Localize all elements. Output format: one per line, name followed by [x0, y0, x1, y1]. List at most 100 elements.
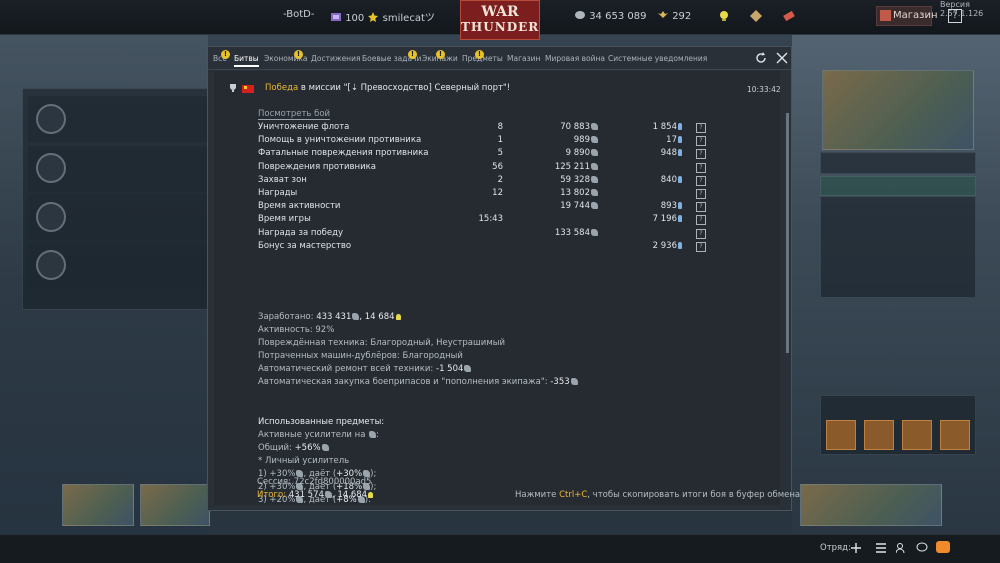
notification-tabs: Все! Битвы Экономика! Достижения Боевые …: [208, 47, 791, 70]
info-icon[interactable]: ?: [696, 123, 706, 133]
reward-rp-value: 1 854: [652, 122, 677, 132]
silver-lions-icon: [575, 11, 585, 19]
silver-lions-icon: [591, 175, 598, 183]
list-icon[interactable]: [875, 542, 887, 554]
reward-lions-value: 133 584: [554, 227, 590, 238]
war-thunder-logo[interactable]: WAR THUNDER: [460, 0, 540, 40]
lightbulb-icon[interactable]: [718, 10, 730, 22]
background-vehicle-card: [140, 484, 210, 526]
silver-lions-icon: [591, 162, 598, 170]
reward-rp-value: 2 936: [652, 240, 677, 251]
tab-battle-tasks[interactable]: Боевые задачи!: [362, 50, 421, 63]
active-boosters-line: Активные усилители на :: [258, 430, 380, 440]
cart-icon: [880, 10, 891, 21]
reward-name: Повреждения противника: [258, 161, 376, 172]
reward-name: Уничтожение флота: [258, 122, 350, 132]
mission-name: в миссии "[⇣ Превосходство] Северный пор…: [298, 83, 511, 93]
background-bar: [820, 152, 976, 174]
background-badge-icon: [36, 153, 66, 183]
hint-prefix: Нажмите: [515, 490, 560, 500]
research-points-icon: [678, 215, 682, 223]
info-icon[interactable]: ?: [696, 149, 706, 160]
used-items-heading: Использованные предметы:: [258, 417, 385, 427]
total-line: Итого: 431 574, 14 684: [257, 490, 374, 500]
activity-line: Активность: 92%: [258, 325, 335, 335]
tab-battles[interactable]: Битвы: [234, 54, 259, 67]
ticket-icon[interactable]: [783, 10, 795, 22]
reward-lions: 70 883: [528, 122, 598, 132]
tab-shop[interactable]: Магазин: [507, 54, 540, 63]
reward-rp: 2 936: [642, 241, 682, 251]
golden-eagles-balance[interactable]: 292: [657, 9, 691, 22]
battle-result-message: Победа в миссии "[⇣ Превосходство] Север…: [214, 71, 781, 505]
shop-button[interactable]: Магазин: [876, 6, 938, 26]
reward-name: Бонус за мастерство: [258, 240, 352, 251]
logo-line-1: WAR: [481, 4, 519, 20]
reward-rp-value: 893: [660, 201, 677, 212]
info-icon[interactable]: ?: [696, 175, 706, 186]
tab-economy[interactable]: Экономика!: [264, 50, 308, 63]
message-time: 10:33:42: [747, 85, 781, 94]
silver-lions-icon: [591, 228, 598, 236]
trophy-icon: [230, 84, 236, 92]
total-rp: 14 684: [337, 490, 368, 500]
earned-line: Заработано: 433 431, 14 684: [258, 312, 401, 322]
warbond-icon[interactable]: [750, 10, 762, 22]
reward-count: 8: [497, 122, 503, 132]
info-icon[interactable]: ?: [696, 215, 706, 226]
research-points-icon: [678, 123, 682, 130]
tab-system-notifications[interactable]: Системные уведомления: [608, 54, 707, 63]
background-badge-icon: [36, 202, 66, 232]
view-battle-link[interactable]: Посмотреть бой: [258, 109, 331, 120]
total-label: Итого:: [257, 490, 289, 500]
info-icon[interactable]: ?: [696, 189, 706, 199]
info-icon[interactable]: ?: [696, 136, 706, 147]
background-item-slot: [826, 420, 856, 450]
player-level[interactable]: 100 smilecatツ: [330, 9, 435, 24]
username: smilecatツ: [382, 13, 435, 24]
tab-items[interactable]: Предметы!: [462, 50, 503, 63]
silver-lions-icon: [591, 202, 598, 210]
chat-icon[interactable]: [916, 542, 928, 554]
silver-lions-balance[interactable]: 34 653 089: [574, 9, 646, 22]
tab-all[interactable]: Все!: [213, 50, 230, 63]
personal-booster-note: * Личный усилитель: [258, 456, 350, 466]
info-icon[interactable]: ?: [696, 228, 706, 239]
restock-value: -353: [550, 377, 570, 387]
golden-eagles-icon: [658, 11, 668, 18]
silver-lions-icon: [369, 431, 377, 438]
info-icon[interactable]: ?: [696, 162, 706, 173]
reward-name: Фатальные повреждения противника: [258, 148, 429, 159]
scrollbar[interactable]: [786, 113, 789, 353]
reward-lions-value: 9 890: [565, 148, 590, 159]
warning-icon: !: [408, 50, 417, 59]
general-value: +56%: [294, 443, 321, 453]
reward-count: 12: [492, 188, 503, 198]
damaged-vehicles-line: Повреждённая техника: Благородный, Неуст…: [258, 338, 505, 348]
research-points-icon: [678, 149, 682, 157]
version-label: Версия 2.57.1.126: [940, 0, 984, 18]
add-squad-icon[interactable]: [850, 542, 862, 554]
mail-icon[interactable]: [936, 541, 950, 553]
total-lions: 431 574: [288, 490, 324, 500]
reward-rp-value: 948: [660, 148, 677, 159]
reward-lions: 19 744: [528, 201, 598, 211]
reward-lions: 133 584: [528, 228, 598, 238]
message-title: Победа в миссии "[⇣ Превосходство] Север…: [265, 83, 510, 93]
silver-lions-icon: [591, 149, 598, 157]
background-vehicle-card: [62, 484, 134, 526]
contacts-icon[interactable]: [896, 542, 908, 554]
reward-rp-value: 840: [660, 174, 677, 185]
info-icon[interactable]: ?: [696, 202, 706, 213]
reward-lions-value: 989: [573, 135, 590, 146]
info-icon[interactable]: ?: [696, 241, 706, 252]
reward-lions-value: 13 802: [560, 188, 590, 198]
close-icon[interactable]: [776, 52, 788, 64]
logo-line-2: THUNDER: [461, 20, 540, 34]
tab-achievements[interactable]: Достижения: [311, 54, 360, 63]
refresh-icon[interactable]: [755, 52, 767, 64]
tab-crews[interactable]: Экипажи!: [422, 50, 458, 63]
silver-lions-value: 34 653 089: [589, 11, 647, 22]
tab-world-war[interactable]: Мировая война: [545, 54, 605, 63]
silver-lions-icon: [321, 444, 329, 451]
